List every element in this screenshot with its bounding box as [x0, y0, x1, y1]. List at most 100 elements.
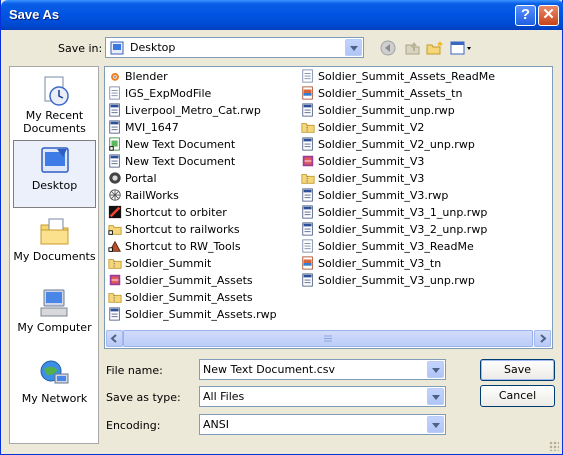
- file-item[interactable]: Soldier_Summit_Assets.rwp: [108, 307, 277, 324]
- chevron-down-icon[interactable]: [427, 388, 444, 405]
- portal-icon: [109, 172, 121, 184]
- file-name: Liverpool_Metro_Cat.rwp: [125, 104, 261, 117]
- file-name: Soldier_Summit_Assets: [125, 291, 253, 304]
- save-in-dropdown[interactable]: Desktop: [105, 37, 364, 58]
- file-item[interactable]: Soldier_Summit_V3_unp.rwp: [301, 273, 475, 290]
- chevron-down-icon[interactable]: [427, 416, 444, 433]
- file-item[interactable]: Shortcut to RW_Tools: [108, 239, 241, 256]
- up-folder-icon[interactable]: [403, 39, 423, 57]
- file-item[interactable]: Soldier_Summit_Assets_ReadMe: [301, 69, 495, 86]
- save-button[interactable]: Save: [480, 359, 555, 381]
- file-item[interactable]: MVI_1647: [108, 120, 179, 137]
- chevron-down-icon[interactable]: [345, 39, 362, 56]
- file-name: MVI_1647: [125, 121, 179, 134]
- file-item[interactable]: Blender: [108, 69, 168, 86]
- file-name-label: File name:: [106, 364, 163, 377]
- chevron-right-icon: [540, 334, 547, 343]
- railworks-icon: [109, 189, 121, 201]
- new-folder-icon[interactable]: [425, 39, 445, 57]
- file-item[interactable]: Portal: [108, 171, 157, 188]
- scroll-thumb[interactable]: [123, 330, 533, 347]
- file-item[interactable]: Soldier_Summit_unp.rwp: [301, 103, 455, 120]
- file-item[interactable]: Soldier_Summit_V3_2_unp.rwp: [301, 222, 487, 239]
- place-label: My Recent Documents: [23, 109, 86, 135]
- file-name: New Text Document: [125, 155, 236, 168]
- encoding-dropdown[interactable]: ANSI: [199, 414, 446, 435]
- file-item[interactable]: Soldier_Summit_Assets: [108, 273, 253, 290]
- orbiter-icon: [108, 205, 122, 219]
- chevron-down-icon[interactable]: [427, 361, 444, 378]
- file-name-field[interactable]: New Text Document.csv: [199, 359, 446, 380]
- file-name: Soldier_Summit_V2_unp.rwp: [318, 138, 475, 151]
- chevron-left-icon: [110, 334, 117, 343]
- file-item[interactable]: Soldier_Summit_V3: [301, 154, 424, 171]
- file-item[interactable]: Soldier_Summit_V2_unp.rwp: [301, 137, 475, 154]
- file-item[interactable]: Liverpool_Metro_Cat.rwp: [108, 103, 261, 120]
- scroll-right-button[interactable]: [534, 330, 551, 347]
- text-file-icon: [302, 239, 313, 253]
- save-as-dialog: Save As ? ✕ Save in: Desktop My Recent D…: [0, 0, 563, 455]
- file-item[interactable]: Shortcut to orbiter: [108, 205, 227, 222]
- rwp-file-icon: [302, 205, 313, 219]
- my-documents-icon: [40, 218, 68, 245]
- zip-folder-icon: [108, 259, 122, 269]
- file-name: Shortcut to railworks: [125, 223, 240, 236]
- file-item[interactable]: Soldier_Summit_V2: [301, 120, 424, 137]
- place-my-computer[interactable]: My Computer: [13, 283, 96, 351]
- file-name: Soldier_Summit_Assets: [125, 274, 253, 287]
- my-network-icon: [40, 360, 68, 384]
- resize-grip-icon[interactable]: [549, 441, 559, 451]
- place-label: My Network: [21, 392, 88, 405]
- image-file-icon: [302, 86, 313, 100]
- place-desktop[interactable]: Desktop: [13, 140, 96, 208]
- file-name: Shortcut to RW_Tools: [125, 240, 241, 253]
- rwp-file-icon: [109, 120, 120, 134]
- recent-documents-icon: [44, 76, 69, 106]
- place-label: My Computer: [17, 321, 92, 334]
- file-item[interactable]: Soldier_Summit_V3_ReadMe: [301, 239, 474, 256]
- file-item[interactable]: Soldier_Summit_V3_tn: [301, 256, 441, 273]
- rwp-file-icon: [109, 103, 120, 117]
- file-name: Soldier_Summit_V3_1_unp.rwp: [318, 206, 488, 219]
- file-item[interactable]: Soldier_Summit_V3_1_unp.rwp: [301, 205, 487, 222]
- rwp-file-icon: [302, 222, 313, 236]
- file-item[interactable]: RailWorks: [108, 188, 179, 205]
- place-my-documents[interactable]: My Documents: [13, 212, 96, 280]
- scroll-left-button[interactable]: [106, 330, 123, 347]
- file-item[interactable]: IGS_ExpModFile: [108, 86, 211, 103]
- file-item[interactable]: New Text Document: [108, 154, 235, 171]
- file-name: Soldier_Summit_V3_ReadMe: [318, 240, 474, 253]
- file-item[interactable]: Soldier_Summit_Assets: [108, 290, 253, 307]
- file-name: Soldier_Summit_V3_2_unp.rwp: [318, 223, 488, 236]
- save-as-type-dropdown[interactable]: All Files: [199, 386, 446, 407]
- file-list[interactable]: Blender IGS_ExpModFile Liverpool_Metro_Cat…: [104, 66, 553, 349]
- views-menu-icon[interactable]: [449, 39, 473, 57]
- file-item[interactable]: Soldier_Summit_V3: [301, 171, 424, 188]
- file-item[interactable]: Soldier_Summit: [108, 256, 211, 273]
- file-name: RailWorks: [125, 189, 179, 202]
- file-name-value[interactable]: New Text Document.csv: [203, 363, 335, 376]
- place-label: My Documents: [13, 250, 96, 263]
- archive-icon: [109, 274, 121, 286]
- help-icon[interactable]: ?: [515, 5, 536, 26]
- file-item[interactable]: New Text Document: [108, 137, 235, 154]
- file-name: Soldier_Summit_V2: [318, 121, 425, 134]
- text-file-icon: [302, 69, 313, 83]
- title-bar[interactable]: Save As ? ✕: [1, 0, 563, 30]
- place-label: Desktop: [31, 179, 78, 192]
- file-item[interactable]: Shortcut to railworks: [108, 222, 240, 239]
- close-icon[interactable]: ✕: [538, 5, 559, 26]
- place-my-recent-documents[interactable]: My Recent Documents: [13, 71, 96, 139]
- encoding-value: ANSI: [203, 418, 229, 431]
- save-as-type-label: Save as type:: [106, 391, 181, 404]
- cancel-button[interactable]: Cancel: [480, 385, 555, 407]
- back-icon[interactable]: [379, 39, 399, 57]
- save-in-value: Desktop: [130, 41, 176, 54]
- place-my-network[interactable]: My Network: [13, 354, 96, 422]
- horizontal-scrollbar[interactable]: [106, 330, 551, 347]
- desktop-icon: [40, 147, 69, 173]
- file-item[interactable]: Soldier_Summit_V3.rwp: [301, 188, 448, 205]
- file-name: Soldier_Summit_V3: [318, 172, 425, 185]
- file-item[interactable]: Soldier_Summit_Assets_tn: [301, 86, 462, 103]
- file-name: New Text Document: [125, 138, 236, 151]
